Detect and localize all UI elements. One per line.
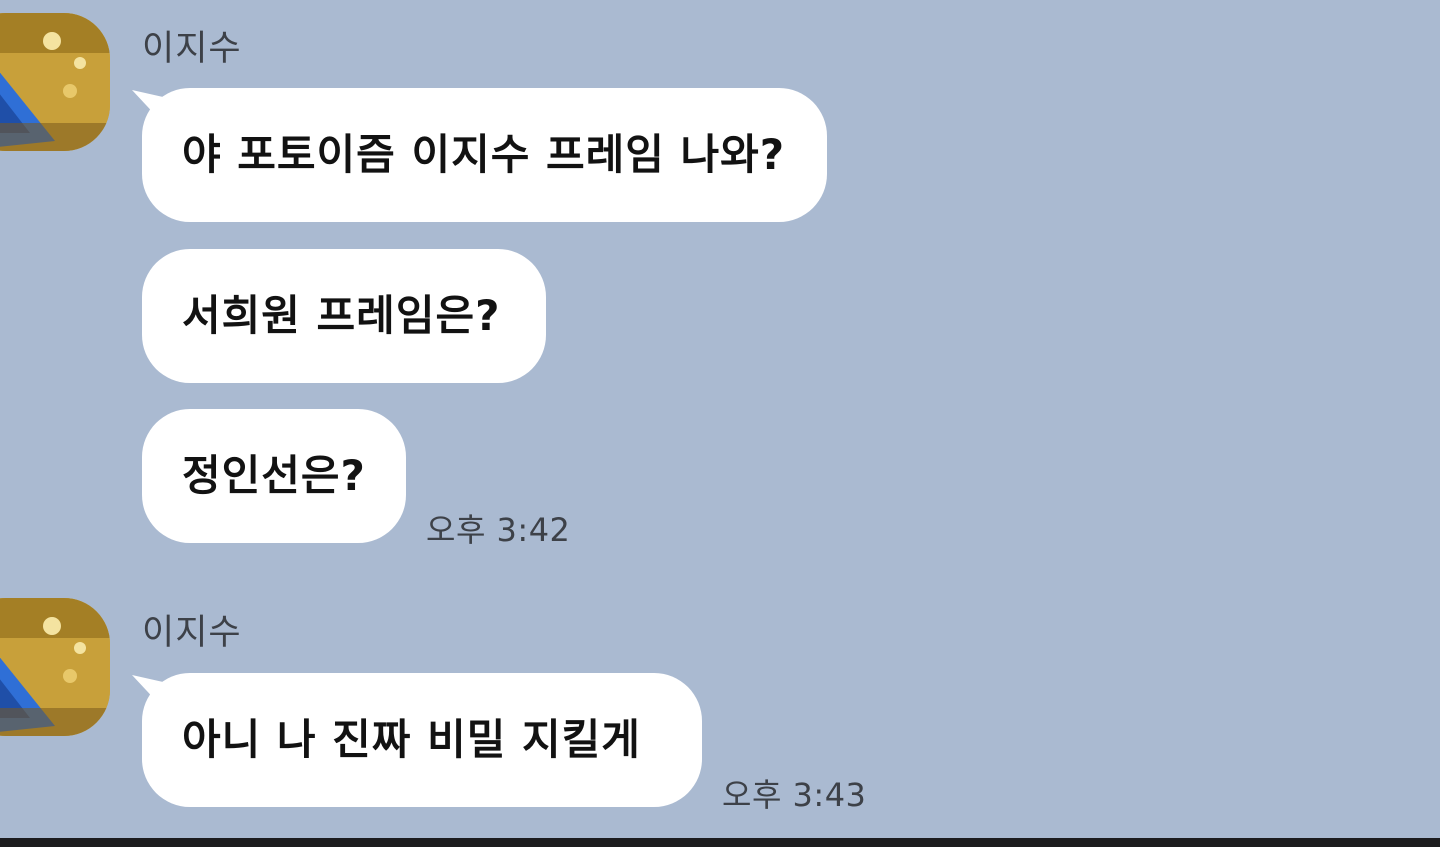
avatar-image [0, 598, 110, 736]
sender-avatar[interactable] [0, 598, 110, 736]
sender-name: 이지수 [142, 29, 242, 69]
message-bubble[interactable]: 야 포토이즘 이지수 프레임 나와? [142, 88, 827, 222]
sender-name: 이지수 [142, 613, 242, 653]
bottom-bar [0, 838, 1440, 847]
sender-avatar[interactable] [0, 13, 110, 151]
message-timestamp: 오후 3:42 [426, 511, 571, 549]
avatar-image [0, 13, 110, 151]
message-bubble[interactable]: 아니 나 진짜 비밀 지킬게 [142, 673, 702, 807]
message-bubble[interactable]: 정인선은? [142, 409, 406, 543]
message-bubble[interactable]: 서희원 프레임은? [142, 249, 546, 383]
chat-area: 이지수 야 포토이즘 이지수 프레임 나와? 서희원 프레임은? 정인선은? 오… [0, 0, 1440, 838]
message-timestamp: 오후 3:43 [722, 776, 867, 814]
